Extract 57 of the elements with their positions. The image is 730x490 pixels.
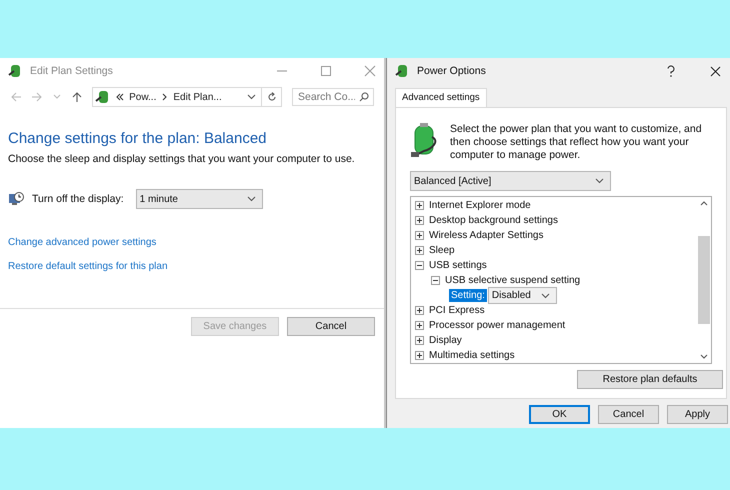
tree-item[interactable]: USB selective suspend setting	[445, 275, 580, 286]
scroll-up-icon[interactable]	[700, 200, 708, 206]
expand-icon[interactable]	[415, 246, 424, 255]
chevron-down-icon	[595, 178, 604, 184]
monitor-clock-icon	[8, 191, 24, 207]
address-bar[interactable]: Pow... Edit Plan...	[92, 87, 282, 107]
expand-icon[interactable]	[415, 336, 424, 345]
tree-item[interactable]: Sleep	[429, 245, 455, 256]
dialog-button[interactable]: Apply	[667, 405, 728, 424]
expand-icon[interactable]	[415, 306, 424, 315]
expand-icon[interactable]	[415, 321, 424, 330]
dialog-button[interactable]: Cancel	[287, 317, 375, 336]
instructions-text: Select the power plan that you want to customize, and then choose settings that reflect how you want your computer to manage power.	[450, 123, 703, 162]
dialog-button[interactable]: Cancel	[598, 405, 659, 424]
tab[interactable]: Advanced settings	[395, 88, 487, 107]
close-icon[interactable]	[710, 66, 721, 76]
chevron-down-icon[interactable]	[246, 93, 256, 101]
tree-item[interactable]: Processor power management	[429, 320, 566, 331]
maximize-icon[interactable]	[320, 65, 332, 77]
setting-label[interactable]: Setting:	[449, 289, 487, 302]
window-title: Power Options	[417, 65, 486, 77]
expand-icon[interactable]	[415, 231, 424, 240]
breadcrumb[interactable]: Edit Plan...	[173, 92, 222, 102]
tree-item[interactable]: Internet Explorer mode	[429, 200, 531, 211]
tree-item[interactable]: USB settings	[429, 260, 487, 271]
tree-item[interactable]: Multimedia settings	[429, 350, 515, 361]
expand-icon[interactable]	[415, 201, 424, 210]
breadcrumb[interactable]: Pow...	[129, 92, 156, 102]
page-heading: Change settings for the plan: Balanced	[8, 130, 268, 147]
tree-item[interactable]: PCI Express	[429, 305, 485, 316]
link[interactable]: Change advanced power settings	[8, 237, 156, 248]
collapse-icon[interactable]	[431, 276, 440, 285]
scroll-down-icon[interactable]	[700, 354, 708, 360]
chevron-right-icon	[162, 93, 168, 101]
window-title: Edit Plan Settings	[30, 65, 113, 77]
chevron-down-icon	[246, 196, 256, 202]
page-description: Choose the sleep and display settings that you want your computer to use.	[8, 153, 356, 165]
display-timeout-dropdown[interactable]: 1 minute	[136, 189, 263, 209]
power-plan-dropdown[interactable]: Balanced [Active]	[410, 171, 611, 191]
setting-dropdown[interactable]: Disabled	[488, 287, 557, 304]
help-icon[interactable]	[666, 65, 676, 77]
refresh-icon[interactable]	[266, 92, 277, 102]
display-label: Turn off the display:	[32, 193, 124, 205]
tree-item[interactable]: Display	[429, 335, 462, 346]
expand-icon[interactable]	[415, 351, 424, 360]
dialog-button[interactable]: OK	[529, 405, 590, 424]
chevron-down-icon	[540, 292, 550, 298]
collapse-icon[interactable]	[415, 261, 424, 270]
tree-item[interactable]: Desktop background settings	[429, 215, 558, 226]
expand-icon[interactable]	[415, 216, 424, 225]
search-icon	[358, 92, 369, 102]
link[interactable]: Restore default settings for this plan	[8, 261, 168, 272]
search-field[interactable]: Search Co...	[292, 88, 374, 106]
chevrons-icon	[116, 93, 124, 101]
restore-defaults-button[interactable]: Restore plan defaults	[577, 370, 723, 389]
tree-item[interactable]: Wireless Adapter Settings	[429, 230, 544, 241]
up-arrow-icon[interactable]	[70, 91, 82, 103]
